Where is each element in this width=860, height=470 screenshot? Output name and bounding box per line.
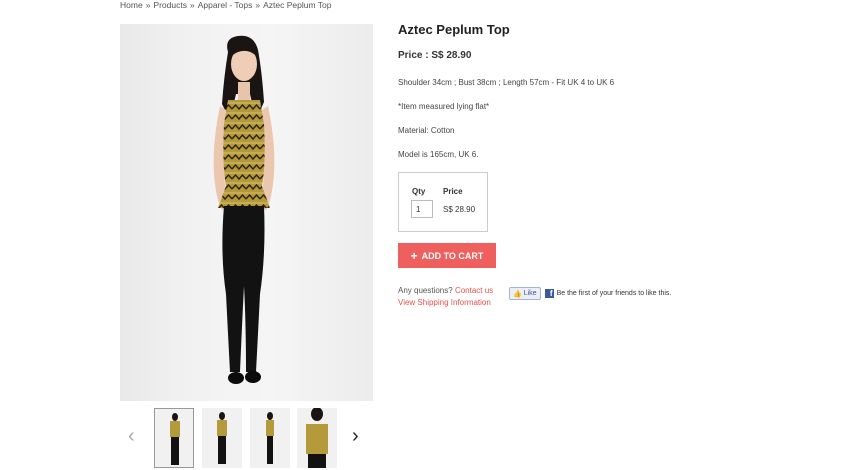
plus-icon: + <box>410 248 418 263</box>
product-measure-note: *Item measured lying flat* <box>398 102 490 111</box>
support-links: Any questions? Contact us View Shipping … <box>398 285 493 309</box>
unit-price: S$ 28.90 <box>443 205 476 214</box>
breadcrumb-current[interactable]: Aztec Peplum Top <box>263 0 331 10</box>
facebook-icon: f <box>544 289 554 298</box>
facebook-social-text: Be the first of your friends to like thi… <box>556 290 672 297</box>
quantity-input[interactable] <box>411 200 433 218</box>
breadcrumb-category[interactable]: Apparel - Tops <box>198 0 253 10</box>
qty-label: Qty <box>412 187 426 196</box>
breadcrumb-separator: » <box>145 0 151 10</box>
facebook-like-button[interactable]: 👍 Like <box>509 287 541 300</box>
breadcrumb-products[interactable]: Products <box>153 0 187 10</box>
product-price: Price : S$ 28.90 <box>398 50 472 61</box>
breadcrumb-home[interactable]: Home <box>120 0 143 10</box>
product-title: Aztec Peplum Top <box>398 22 510 37</box>
order-options-box: Qty Price S$ 28.90 <box>398 172 488 232</box>
add-to-cart-label: ADD TO CART <box>421 250 484 261</box>
like-label: Like <box>523 290 537 297</box>
price-label: Price <box>443 187 463 196</box>
product-measurements: Shoulder 34cm ; Bust 38cm ; Length 57cm … <box>398 78 615 87</box>
thumbnail-gallery: ‹ › <box>120 408 373 468</box>
breadcrumb: Home» Products» Apparel - Tops» Aztec Peplu… <box>120 0 331 10</box>
product-material: Material: Cotton <box>398 126 455 135</box>
add-to-cart-button[interactable]: + ADD TO CART <box>398 243 496 268</box>
chevron-left-icon[interactable]: ‹ <box>128 426 135 446</box>
chevron-right-icon[interactable]: › <box>352 426 359 446</box>
questions-text: Any questions? <box>398 286 453 295</box>
contact-us-link[interactable]: Contact us <box>455 286 493 295</box>
thumbnail-side[interactable] <box>250 408 290 468</box>
thumbnail-figure <box>266 412 274 464</box>
shipping-info-link[interactable]: View Shipping Information <box>398 298 491 307</box>
main-product-image[interactable] <box>120 24 373 401</box>
thumbnail-front[interactable] <box>154 408 194 468</box>
thumbnail-figure <box>217 412 227 464</box>
product-model-info: Model is 165cm, UK 6. <box>398 150 479 159</box>
model-figure <box>213 35 275 384</box>
thumbs-up-icon: 👍 <box>513 290 522 298</box>
thumbnail-closeup[interactable] <box>297 408 337 468</box>
thumbnail-front-alt[interactable] <box>202 408 242 468</box>
breadcrumb-separator: » <box>255 0 261 10</box>
thumbnail-figure <box>170 413 180 465</box>
breadcrumb-separator: » <box>189 0 195 10</box>
thumbnail-figure <box>306 408 328 468</box>
facebook-like-widget: 👍 Like f Be the first of your friends to… <box>509 287 671 300</box>
